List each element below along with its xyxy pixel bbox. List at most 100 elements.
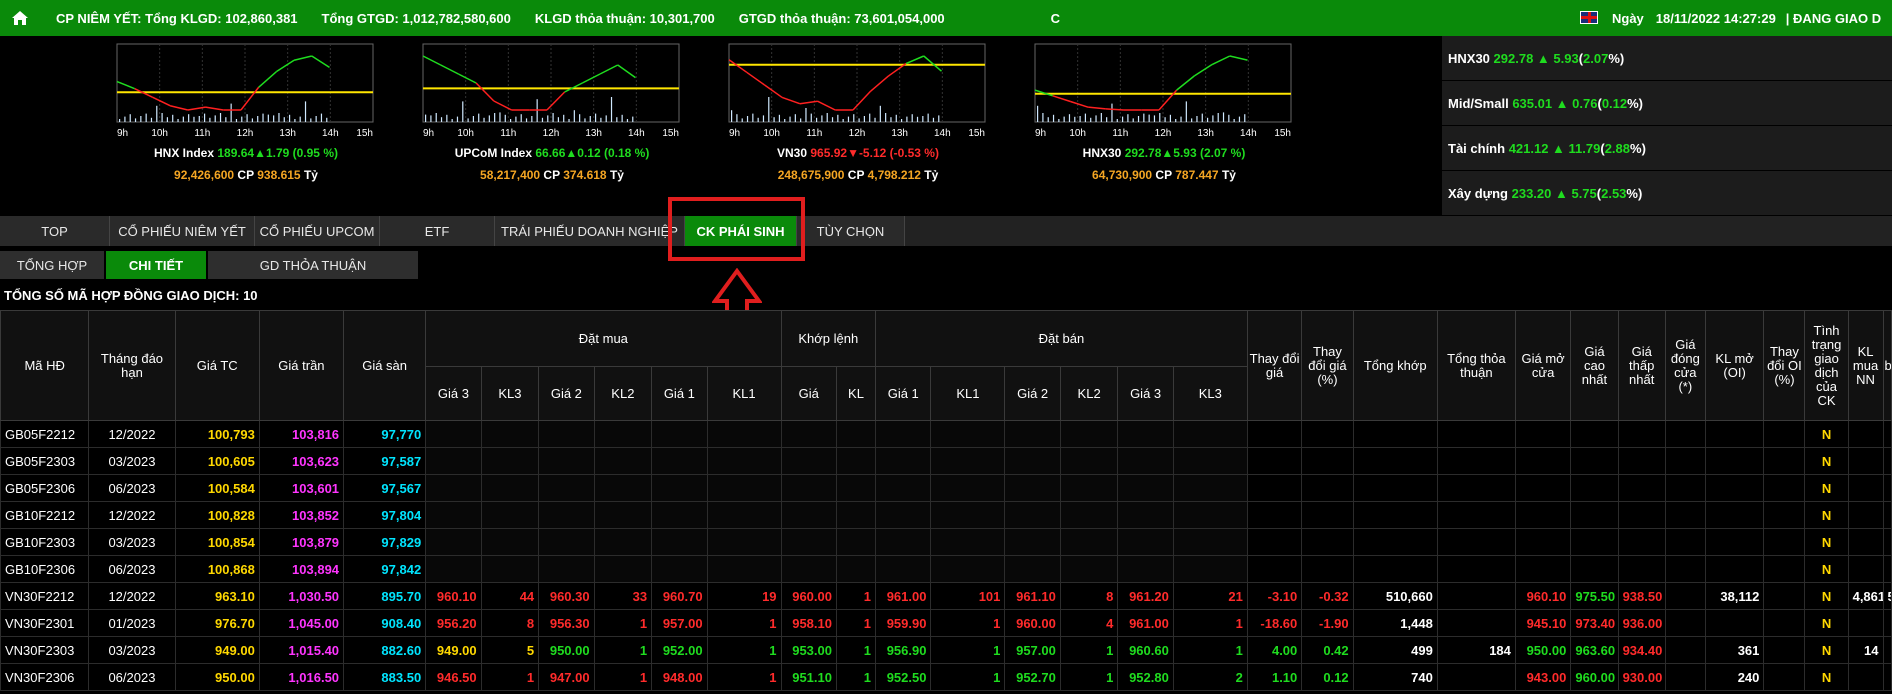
open-interest: [1704, 420, 1765, 448]
volume-bar: [1084, 113, 1087, 122]
x-tick-label: 12h: [237, 128, 254, 139]
ask-v3: 21: [1172, 582, 1248, 610]
col-match-volume: KL: [835, 366, 877, 421]
index-row[interactable]: HNX30 292.78 ▲ 5.93 ( 2.07 %): [1442, 36, 1892, 80]
oi-change: [1763, 447, 1806, 475]
contract-code: VN30F2301: [0, 609, 90, 637]
index-name: HNX30: [1448, 50, 1490, 66]
tab-etf[interactable]: ETF: [380, 216, 495, 246]
index-chart[interactable]: 9h 10h 11h 12h 13h 14h 15h UPCoM Index 66.66▲0.…: [422, 42, 682, 212]
volume-bar: [488, 115, 490, 122]
price-change-pct: [1301, 447, 1354, 475]
match-volume: [835, 528, 877, 556]
trading-status: N: [1804, 528, 1849, 556]
floor-price: 882.60: [343, 636, 427, 664]
volume-bar: [594, 113, 597, 122]
open-interest: 361: [1704, 636, 1765, 664]
ask-p3: 961.00: [1117, 609, 1174, 637]
subtab-detail[interactable]: CHI TIẾT: [106, 251, 206, 279]
table-row[interactable]: VN30F2301 01/2023 976.70 1,045.00 908.40 956.…: [0, 609, 1892, 637]
uk-flag-icon[interactable]: [1580, 11, 1598, 24]
index-chart[interactable]: 9h 10h 11h 12h 13h 14h 15h VN30 965.92▼-5.12 (-…: [728, 42, 988, 212]
total-volume: 740: [1352, 663, 1438, 691]
table-row[interactable]: GB10F2303 03/2023 100,854 103,879 97,829 N: [0, 528, 1892, 556]
price-change: [1246, 474, 1303, 502]
volume-bar: [1175, 119, 1177, 122]
bid-v3: [480, 474, 540, 502]
table-row[interactable]: VN30F2212 12/2022 963.10 1,030.50 895.70 960.…: [0, 582, 1892, 610]
volume-bar: [922, 116, 924, 122]
close-price: [1664, 609, 1706, 637]
price-change: -3.10: [1246, 582, 1303, 610]
index-change: ▲1.79 (0.95 %): [254, 146, 338, 160]
index-chart[interactable]: 9h 10h 11h 12h 13h 14h 15h HNX30 292.78▲5.93 (2…: [1034, 42, 1294, 212]
x-tick-label: 10h: [457, 128, 474, 139]
date-time: Ngày 18/11/2022 14:27:29 | ĐANG GIAO D: [1612, 0, 1881, 36]
volume-bar: [531, 116, 533, 122]
bid-p1: 957.00: [651, 609, 708, 637]
oi-change: [1763, 636, 1806, 664]
subtab-summary[interactable]: TỔNG HỢP: [0, 251, 104, 279]
volume-bar: [326, 117, 328, 122]
volume-bar: [483, 117, 485, 122]
bid-p3: [425, 501, 482, 529]
table-row[interactable]: GB05F2212 12/2022 100,793 103,816 97,770 N: [0, 420, 1892, 448]
bid-p2: [538, 447, 595, 475]
x-tick-label: 14h: [1240, 128, 1257, 139]
low-price: [1617, 501, 1666, 529]
bid-p1: [651, 501, 708, 529]
pct-close: %): [1627, 95, 1644, 111]
volume-bar: [177, 119, 179, 122]
index-chart[interactable]: 9h 10h 11h 12h 13h 14h 15h HNX Index 189.64▲1.7…: [116, 42, 376, 212]
volume-bar: [805, 108, 807, 122]
subtab-negotiated[interactable]: GD THỎA THUẬN: [208, 251, 418, 279]
volume-bar: [757, 117, 759, 122]
floor-price: 908.40: [343, 609, 427, 637]
col-bid-v1: KL1: [706, 366, 782, 421]
ceiling-price: 103,852: [258, 501, 345, 529]
tab-upcom-stocks[interactable]: CỔ PHIẾU UPCOM: [255, 216, 380, 246]
table-row[interactable]: GB10F2212 12/2022 100,828 103,852 97,804 N: [0, 501, 1892, 529]
index-row[interactable]: Mid/Small 635.01 ▲ 0.76 ( 0.12 %): [1442, 81, 1892, 125]
bid-v3: 8: [480, 609, 540, 637]
cp-label: CP: [1152, 168, 1176, 182]
volume-bar: [472, 116, 475, 122]
open-price: 943.00: [1514, 663, 1572, 691]
table-row[interactable]: GB05F2306 06/2023 100,584 103,601 97,567 N: [0, 474, 1892, 502]
match-price: 951.10: [780, 663, 837, 691]
index-row[interactable]: Xây dựng 233.20 ▲ 5.75 ( 2.53 %): [1442, 171, 1892, 215]
tab-top[interactable]: TOP: [0, 216, 110, 246]
bid-v1: [706, 528, 782, 556]
volume-bar: [129, 114, 131, 122]
table-row[interactable]: VN30F2303 03/2023 949.00 1,015.40 882.60 949.…: [0, 636, 1892, 664]
home-button[interactable]: [0, 0, 40, 36]
price-change-pct: [1301, 474, 1354, 502]
table-row[interactable]: GB10F2306 06/2023 100,868 103,894 97,842 N: [0, 555, 1892, 583]
open-price: [1514, 474, 1572, 502]
sub-tabs: TỔNG HỢP CHI TIẾT GD THỎA THUẬN: [0, 251, 420, 279]
volume-bar: [1196, 116, 1198, 122]
maturity-month: 03/2023: [88, 528, 176, 556]
tab-options[interactable]: TÙY CHỌN: [797, 216, 905, 246]
index-chart-svg: 9h 10h 11h 12h 13h 14h 15h: [1034, 43, 1292, 139]
ask-v2: 4: [1059, 609, 1119, 637]
volume-bar: [1217, 113, 1219, 122]
tab-listed-stocks[interactable]: CỔ PHIẾU NIÊM YẾT: [110, 216, 255, 246]
foreign-buy: [1847, 555, 1884, 583]
bid-p1: [651, 474, 708, 502]
index-volume-line: 64,730,900 CP 787.447 Tỷ: [1034, 168, 1294, 182]
ask-v2: [1059, 528, 1119, 556]
chart-frame: [422, 43, 680, 123]
bid-p2: [538, 474, 595, 502]
tab-corporate-bonds[interactable]: TRÁI PHIẾU DOANH NGHIỆP: [495, 216, 685, 246]
volume-bar: [456, 116, 459, 122]
foreign-buy: 14: [1847, 636, 1884, 664]
col-bid-v2: KL2: [593, 366, 653, 421]
table-row[interactable]: VN30F2306 06/2023 950.00 1,016.50 883.50 946.…: [0, 663, 1892, 691]
index-row[interactable]: Tài chính 421.12 ▲ 11.79 ( 2.88 %): [1442, 126, 1892, 170]
volume-bar: [499, 112, 501, 122]
volume-bar: [446, 114, 448, 122]
table-row[interactable]: GB05F2303 03/2023 100,605 103,623 97,587 N: [0, 447, 1892, 475]
match-price: [780, 474, 837, 502]
volume-bar: [815, 117, 818, 122]
